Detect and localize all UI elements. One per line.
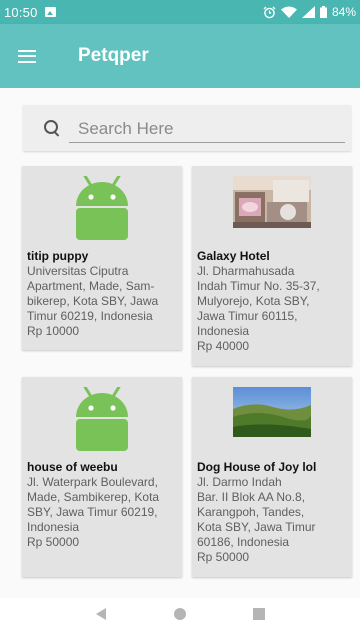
android-icon bbox=[76, 387, 128, 451]
address-line: 60186, Indonesia bbox=[197, 535, 290, 549]
address-line: Indonesia bbox=[197, 324, 250, 338]
wifi-icon bbox=[280, 6, 297, 18]
listing-address: Jl. Waterpark Boulevard, Made, Sambikere… bbox=[27, 475, 177, 535]
address-line: SBY, Jawa Timur 60219, bbox=[27, 505, 158, 519]
status-bar: 10:50 84% bbox=[0, 0, 360, 24]
recents-icon bbox=[252, 607, 265, 620]
address-line: Karangpoh, Tandes, bbox=[197, 505, 305, 519]
address-line: Jl. Darmo Indah bbox=[197, 475, 282, 489]
app-title: Petqper bbox=[78, 45, 149, 66]
status-time: 10:50 bbox=[4, 4, 38, 20]
android-icon bbox=[76, 176, 128, 240]
address-line: Indah Timur No. 35-37, bbox=[197, 279, 320, 293]
listing-card[interactable]: Dog House of Joy lol Jl. Darmo Indah Bar… bbox=[192, 377, 352, 577]
back-icon bbox=[96, 607, 107, 620]
menu-button[interactable] bbox=[0, 24, 54, 88]
listing-card[interactable]: house of weebu Jl. Waterpark Boulevard, … bbox=[22, 377, 182, 577]
home-icon bbox=[173, 607, 186, 620]
system-nav-bar bbox=[0, 598, 360, 629]
home-button[interactable] bbox=[168, 602, 192, 626]
main-content: titip puppy Universitas Ciputra Apartmen… bbox=[0, 88, 360, 598]
address-line: bikerep, Kota SBY, Jawa bbox=[27, 294, 159, 308]
listing-price: Rp 50000 bbox=[197, 550, 250, 564]
signal-icon bbox=[301, 6, 315, 18]
listing-name: titip puppy bbox=[27, 249, 89, 263]
listing-address: Jl. Darmo Indah Bar. II Blok AA No.8, Ka… bbox=[197, 475, 347, 550]
gallery-notification-icon bbox=[44, 7, 56, 17]
landscape-photo bbox=[233, 387, 311, 437]
hamburger-icon bbox=[18, 49, 36, 63]
address-line: Kota SBY, Jawa Timur bbox=[197, 520, 316, 534]
listing-card[interactable]: titip puppy Universitas Ciputra Apartmen… bbox=[22, 166, 182, 350]
listing-image bbox=[197, 387, 347, 451]
battery-percent: 84% bbox=[331, 5, 356, 19]
search-input[interactable] bbox=[69, 115, 345, 143]
search-bar[interactable] bbox=[23, 105, 351, 151]
listing-name: Galaxy Hotel bbox=[197, 249, 270, 263]
listing-address: Universitas Ciputra Apartment, Made, Sam… bbox=[27, 264, 177, 324]
address-line: Universitas Ciputra bbox=[27, 264, 129, 278]
address-line: Indonesia bbox=[27, 520, 80, 534]
alarm-icon bbox=[263, 6, 276, 18]
listing-name: Dog House of Joy lol bbox=[197, 460, 317, 474]
search-icon bbox=[43, 119, 61, 137]
address-line: Made, Sambikerep, Kota bbox=[27, 490, 160, 504]
listing-image bbox=[197, 176, 347, 240]
address-line: Jawa Timur 60115, bbox=[197, 309, 298, 323]
listing-name: house of weebu bbox=[27, 460, 118, 474]
battery-icon bbox=[319, 6, 327, 18]
address-line: Timur 60219, Indonesia bbox=[27, 309, 153, 323]
address-line: Bar. II Blok AA No.8, bbox=[197, 490, 306, 504]
pet-room-photo bbox=[233, 176, 311, 228]
status-indicators: 84% bbox=[263, 5, 356, 19]
address-line: Jl. Waterpark Boulevard, bbox=[27, 475, 158, 489]
listing-card[interactable]: Galaxy Hotel Jl. Dharmahusada Indah Timu… bbox=[192, 166, 352, 366]
address-line: Mulyorejo, Kota SBY, bbox=[197, 294, 310, 308]
listing-image bbox=[27, 387, 177, 451]
listing-image bbox=[27, 176, 177, 240]
listing-address: Jl. Dharmahusada Indah Timur No. 35-37, … bbox=[197, 264, 347, 339]
address-line: Jl. Dharmahusada bbox=[197, 264, 295, 278]
listing-price: Rp 50000 bbox=[27, 535, 80, 549]
listing-price: Rp 40000 bbox=[197, 339, 250, 353]
back-button[interactable] bbox=[89, 602, 113, 626]
recents-button[interactable] bbox=[247, 602, 271, 626]
listing-price: Rp 10000 bbox=[27, 324, 80, 338]
address-line: Apartment, Made, Sam- bbox=[27, 279, 155, 293]
app-bar: Petqper bbox=[0, 24, 360, 88]
